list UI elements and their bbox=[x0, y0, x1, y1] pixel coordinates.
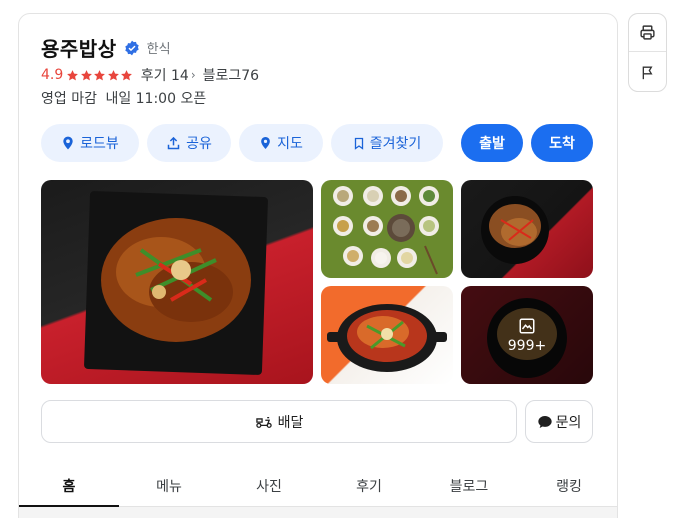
tab-ranking[interactable]: 랭킹 bbox=[519, 463, 617, 506]
photo-side-dishes-image bbox=[333, 186, 439, 275]
content-area bbox=[19, 507, 617, 518]
category-label: 한식 bbox=[146, 42, 171, 57]
photo-main-image bbox=[84, 191, 268, 375]
blog-count: 76 bbox=[241, 68, 260, 84]
photo-side-dishes[interactable] bbox=[321, 180, 453, 278]
star-icon bbox=[67, 69, 79, 80]
photo-plate-dark-image bbox=[481, 196, 549, 264]
star-icon bbox=[121, 69, 133, 80]
photo-pan-dish-image bbox=[327, 304, 447, 372]
rating-value: 4.9 bbox=[41, 67, 64, 83]
place-card: 용주밥상 한식 4.9 후기 14 › 블로그76 영업 마감 내일 11:00… bbox=[18, 13, 618, 518]
tab-bar: 홈 메뉴 사진 후기 블로그 랭킹 bbox=[19, 463, 617, 507]
photo-plate-dark[interactable] bbox=[461, 180, 593, 278]
verified-badge-icon bbox=[124, 40, 139, 55]
chevron-right-icon: › bbox=[190, 68, 196, 82]
arrive-label: 도착 bbox=[549, 136, 575, 152]
depart-button[interactable]: 출발 bbox=[461, 124, 523, 162]
place-name[interactable]: 용주밥상 bbox=[41, 33, 117, 62]
title-row: 용주밥상 한식 bbox=[41, 33, 171, 62]
tab-home[interactable]: 홈 bbox=[19, 463, 119, 507]
inquiry-label: 문의 bbox=[555, 414, 582, 431]
more-photos-count: 999+ bbox=[507, 337, 547, 354]
side-toolbar bbox=[628, 13, 667, 92]
star-icon bbox=[80, 69, 92, 80]
print-button[interactable] bbox=[629, 14, 666, 52]
share-icon bbox=[167, 136, 180, 149]
share-label: 공유 bbox=[186, 136, 212, 152]
map-label: 지도 bbox=[277, 136, 303, 152]
delivery-label: 배달 bbox=[277, 414, 304, 431]
roadview-button[interactable]: 로드뷰 bbox=[41, 124, 139, 162]
flag-icon bbox=[642, 66, 653, 79]
star-icon bbox=[94, 69, 106, 80]
review-label: 후기 bbox=[140, 68, 167, 84]
chat-bubble-icon bbox=[537, 415, 552, 428]
gallery-icon bbox=[519, 318, 535, 333]
open-status: 영업 마감 bbox=[41, 91, 97, 107]
photo-pan-dish[interactable] bbox=[321, 286, 453, 384]
blog-label: 블로그 bbox=[202, 68, 242, 84]
map-pin-icon bbox=[261, 137, 270, 149]
map-button[interactable]: 지도 bbox=[239, 124, 323, 162]
next-open-time: 내일 11:00 오픈 bbox=[105, 91, 207, 107]
photo-more[interactable]: 999+ bbox=[461, 286, 593, 384]
scooter-icon bbox=[255, 417, 272, 428]
action-bar: 로드뷰 공유 지도 즐겨찾기 출발 도착 bbox=[41, 124, 594, 162]
more-photos-overlay[interactable]: 999+ bbox=[461, 286, 593, 384]
report-button[interactable] bbox=[629, 53, 666, 91]
arrive-button[interactable]: 도착 bbox=[531, 124, 593, 162]
photo-main[interactable] bbox=[41, 180, 313, 384]
favorite-label: 즐겨찾기 bbox=[369, 136, 422, 152]
hours-row: 영업 마감 내일 11:00 오픈 bbox=[41, 88, 210, 108]
photo-grid: 999+ bbox=[41, 180, 594, 384]
tab-reviews[interactable]: 후기 bbox=[319, 463, 419, 506]
tab-photos[interactable]: 사진 bbox=[219, 463, 319, 506]
review-count: 14 bbox=[170, 68, 189, 84]
roadview-label: 로드뷰 bbox=[80, 136, 119, 152]
tab-blog[interactable]: 블로그 bbox=[419, 463, 519, 506]
share-button[interactable]: 공유 bbox=[147, 124, 231, 162]
rating-stars bbox=[66, 69, 134, 82]
roadview-pin-icon bbox=[63, 136, 73, 150]
bookmark-icon bbox=[354, 137, 363, 150]
favorite-button[interactable]: 즐겨찾기 bbox=[331, 124, 443, 162]
delivery-button[interactable]: 배달 bbox=[41, 400, 517, 443]
review-link[interactable]: 후기 14 bbox=[141, 65, 189, 85]
star-icon bbox=[107, 69, 119, 80]
rating-row: 4.9 후기 14 › 블로그76 bbox=[41, 65, 259, 85]
blog-link[interactable]: 블로그76 bbox=[203, 65, 259, 85]
depart-label: 출발 bbox=[479, 136, 505, 152]
inquiry-button[interactable]: 문의 bbox=[525, 400, 593, 443]
print-icon bbox=[640, 25, 655, 40]
tab-menu[interactable]: 메뉴 bbox=[119, 463, 219, 506]
